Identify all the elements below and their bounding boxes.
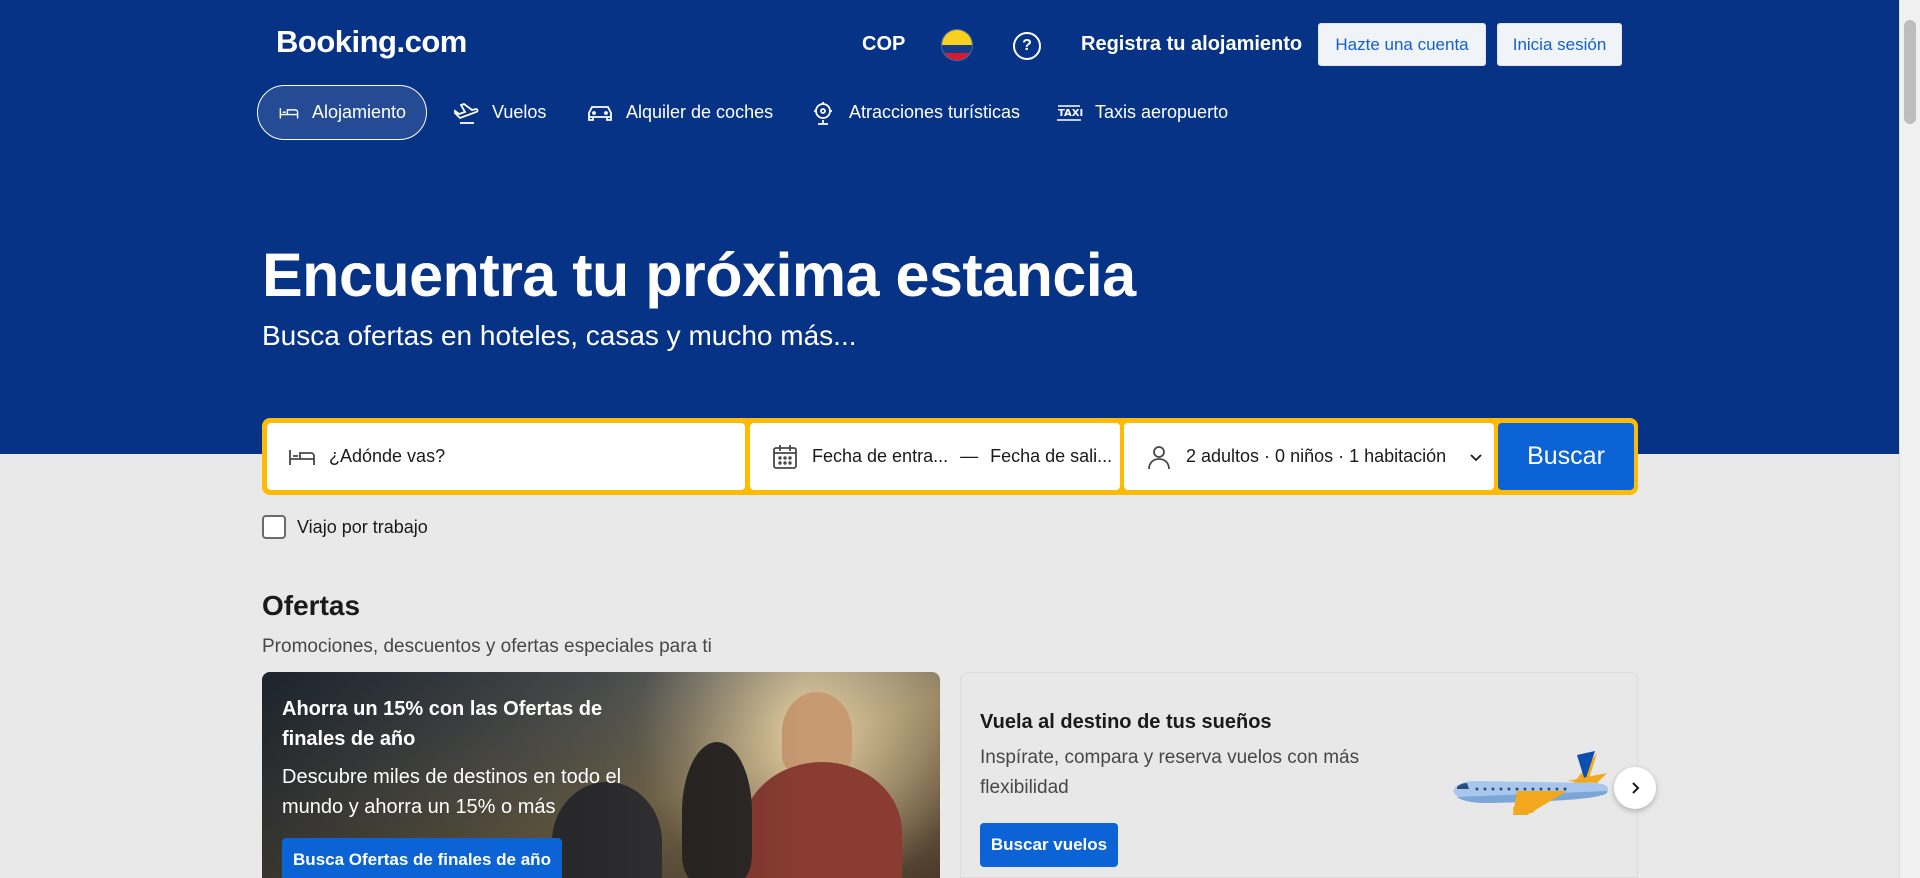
work-trip-label[interactable]: Viajo por trabajo (297, 517, 428, 538)
tab-attractions[interactable]: Atracciones turísticas (809, 85, 1020, 140)
year-end-offers-button[interactable]: Busca Ofertas de finales de año (282, 838, 562, 878)
offer-card-title: Vuela al destino de tus sueños (980, 711, 1272, 733)
tab-flights-label: Vuelos (492, 102, 547, 122)
create-account-button[interactable]: Hazte una cuenta (1318, 23, 1486, 66)
dates-field[interactable]: Fecha de entra... — Fecha de sali... (750, 423, 1120, 490)
car-icon (588, 105, 612, 121)
page-scrollbar[interactable] (1899, 0, 1920, 878)
tab-stays-label: Alojamiento (311, 102, 406, 122)
offers-title: Ofertas (262, 590, 361, 621)
tab-car-rental-label: Alquiler de coches (626, 102, 774, 122)
offer-card-description: Inspírate, compara y reserva vuelos con … (980, 747, 1360, 798)
tab-flights[interactable]: Vuelos (452, 85, 546, 140)
tab-airport-taxis-label: Taxis aeropuerto (1095, 102, 1229, 122)
tab-attractions-label: Atracciones turísticas (849, 102, 1021, 122)
booking-logo[interactable]: Booking.com (276, 24, 467, 60)
offer-card-flights[interactable]: Vuela al destino de tus sueños Inspírate… (960, 672, 1638, 878)
destination-placeholder: ¿Adónde vas? (329, 446, 446, 466)
page-subtitle: Busca ofertas en hoteles, casas y mucho … (262, 320, 857, 351)
hero-banner (0, 0, 1900, 454)
tab-airport-taxis[interactable]: TAXI Taxis aeropuerto (1055, 85, 1228, 140)
tab-stays[interactable]: Alojamiento (257, 85, 427, 140)
carousel-next-button[interactable] (1614, 767, 1656, 809)
help-icon[interactable]: ? (1013, 32, 1041, 60)
attractions-icon (814, 101, 832, 125)
svg-text:TAXI: TAXI (1058, 108, 1083, 119)
plane-icon (454, 102, 479, 124)
language-flag-icon[interactable] (942, 30, 972, 60)
airplane-illustration-icon (1453, 751, 1609, 815)
date-separator: — (960, 446, 979, 466)
scrollbar-thumb[interactable] (1904, 20, 1916, 124)
register-property-link[interactable]: Registra tu alojamiento (1081, 33, 1302, 56)
destination-input[interactable]: ¿Adónde vas? (267, 423, 745, 490)
work-trip-checkbox[interactable] (262, 515, 286, 539)
chevron-down-icon (1470, 453, 1482, 461)
chevron-right-icon (1632, 782, 1640, 794)
search-bar: ¿Adónde vas? Fecha de entra... — Fecha d… (262, 418, 1638, 495)
sign-in-button[interactable]: Inicia sesión (1497, 23, 1622, 66)
currency-selector[interactable]: COP (862, 33, 905, 56)
page-title: Encuentra tu próxima estancia (262, 241, 1136, 309)
offers-subtitle: Promociones, descuentos y ofertas especi… (262, 636, 712, 657)
checkin-date: Fecha de entra... (812, 446, 949, 466)
bed-icon (279, 107, 299, 118)
taxi-icon: TAXI (1057, 104, 1083, 121)
checkout-date: Fecha de sali... (990, 446, 1113, 466)
calendar-icon (773, 444, 797, 469)
offer-card-title: Ahorra un 15% con las Ofertas de finales… (282, 698, 603, 750)
offer-card-year-end[interactable]: Ahorra un 15% con las Ofertas de finales… (262, 672, 940, 878)
person-icon (1148, 445, 1170, 469)
search-button[interactable]: Buscar (1498, 423, 1634, 490)
occupancy-label: 2 adultos · 0 niños · 1 habitación (1186, 446, 1447, 466)
occupancy-field[interactable]: 2 adultos · 0 niños · 1 habitación (1124, 423, 1494, 490)
tab-car-rental[interactable]: Alquiler de coches (586, 85, 773, 140)
offer-card-description: Descubre miles de destinos en todo el mu… (282, 766, 622, 818)
search-flights-button[interactable]: Buscar vuelos (980, 823, 1118, 867)
bed-icon (289, 449, 315, 465)
